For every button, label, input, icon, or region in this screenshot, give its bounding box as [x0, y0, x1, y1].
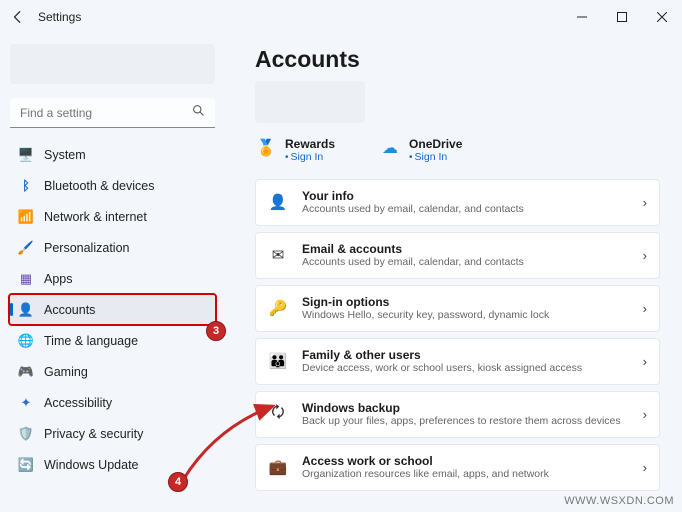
update-icon: 🔄 [18, 457, 34, 473]
card-title: Sign-in options [302, 295, 629, 309]
search-box[interactable] [10, 98, 215, 128]
quick-sublink[interactable]: •Sign In [285, 151, 335, 163]
content-pane: Accounts 🏅 Rewards •Sign In ☁ OneDrive •… [225, 34, 682, 512]
sidebar-item-label: Bluetooth & devices [44, 179, 155, 193]
globe-icon: 🌐 [18, 333, 34, 349]
card-title: Family & other users [302, 348, 629, 362]
quick-rewards[interactable]: 🏅 Rewards •Sign In [255, 137, 335, 163]
search-input[interactable] [20, 106, 190, 120]
apps-icon: ▦ [18, 271, 34, 287]
card-windows-backup[interactable]: 🗘 Windows backupBack up your files, apps… [255, 391, 660, 438]
card-title: Your info [302, 189, 629, 203]
chevron-right-icon: › [643, 460, 647, 475]
sidebar-item-label: Time & language [44, 334, 138, 348]
card-desc: Back up your files, apps, preferences to… [302, 415, 629, 428]
family-icon: 👪 [268, 351, 288, 371]
sidebar: 🖥️ System ᛒ Bluetooth & devices 📶 Network &… [0, 34, 225, 512]
info-person-icon: 👤 [268, 192, 288, 212]
sidebar-item-label: Privacy & security [44, 427, 143, 441]
key-icon: 🔑 [268, 298, 288, 318]
card-title: Access work or school [302, 454, 629, 468]
settings-cards: 👤 Your infoAccounts used by email, calen… [255, 179, 660, 491]
briefcase-icon: 💼 [268, 457, 288, 477]
titlebar: Settings [0, 0, 682, 34]
search-icon [192, 104, 205, 122]
cloud-icon: ☁ [379, 137, 401, 159]
shield-icon: 🛡️ [18, 426, 34, 442]
chevron-right-icon: › [643, 354, 647, 369]
sidebar-item-label: Gaming [44, 365, 88, 379]
sidebar-item-label: Personalization [44, 241, 129, 255]
window-title: Settings [38, 10, 81, 24]
display-icon: 🖥️ [18, 147, 34, 163]
sidebar-item-network[interactable]: 📶 Network & internet [10, 202, 215, 231]
wifi-icon: 📶 [18, 209, 34, 225]
bluetooth-icon: ᛒ [18, 178, 34, 194]
mail-icon: ✉ [268, 245, 288, 265]
sidebar-item-label: Accessibility [44, 396, 112, 410]
watermark: WWW.WSXDN.COM [564, 495, 674, 507]
chevron-right-icon: › [643, 195, 647, 210]
card-desc: Accounts used by email, calendar, and co… [302, 203, 629, 216]
card-your-info[interactable]: 👤 Your infoAccounts used by email, calen… [255, 179, 660, 226]
back-button[interactable] [10, 9, 26, 25]
card-desc: Accounts used by email, calendar, and co… [302, 256, 629, 269]
annotation-badge-4: 4 [168, 472, 188, 492]
sidebar-item-time-language[interactable]: 🌐 Time & language [10, 326, 215, 355]
sidebar-item-gaming[interactable]: 🎮 Gaming [10, 357, 215, 386]
rewards-icon: 🏅 [255, 137, 277, 159]
sidebar-item-privacy[interactable]: 🛡️ Privacy & security [10, 419, 215, 448]
nav-list: 🖥️ System ᛒ Bluetooth & devices 📶 Network &… [10, 140, 215, 479]
sidebar-item-label: System [44, 148, 86, 162]
sidebar-item-accounts[interactable]: 👤 Accounts [10, 295, 215, 324]
card-desc: Device access, work or school users, kio… [302, 362, 629, 375]
maximize-button[interactable] [602, 1, 642, 33]
page-title: Accounts [255, 46, 660, 73]
person-icon: 👤 [18, 302, 34, 318]
quick-onedrive[interactable]: ☁ OneDrive •Sign In [379, 137, 462, 163]
account-placeholder [10, 44, 215, 84]
card-signin-options[interactable]: 🔑 Sign-in optionsWindows Hello, security… [255, 285, 660, 332]
sidebar-item-system[interactable]: 🖥️ System [10, 140, 215, 169]
close-button[interactable] [642, 1, 682, 33]
backup-icon: 🗘 [268, 404, 288, 424]
card-desc: Organization resources like email, apps,… [302, 468, 629, 481]
sidebar-item-label: Windows Update [44, 458, 139, 472]
card-title: Email & accounts [302, 242, 629, 256]
sidebar-item-label: Accounts [44, 303, 95, 317]
sidebar-item-accessibility[interactable]: ✦ Accessibility [10, 388, 215, 417]
accessibility-icon: ✦ [18, 395, 34, 411]
chevron-right-icon: › [643, 407, 647, 422]
gamepad-icon: 🎮 [18, 364, 34, 380]
sidebar-item-bluetooth[interactable]: ᛒ Bluetooth & devices [10, 171, 215, 200]
card-desc: Windows Hello, security key, password, d… [302, 309, 629, 322]
minimize-button[interactable] [562, 1, 602, 33]
chevron-right-icon: › [643, 301, 647, 316]
quick-title: Rewards [285, 137, 335, 151]
annotation-badge-3: 3 [206, 321, 226, 341]
card-family-users[interactable]: 👪 Family & other usersDevice access, wor… [255, 338, 660, 385]
quick-links-row: 🏅 Rewards •Sign In ☁ OneDrive •Sign In [255, 137, 660, 163]
paint-icon: 🖌️ [18, 240, 34, 256]
quick-sublink[interactable]: •Sign In [409, 151, 462, 163]
quick-title: OneDrive [409, 137, 462, 151]
sidebar-item-label: Network & internet [44, 210, 147, 224]
card-work-school[interactable]: 💼 Access work or schoolOrganization reso… [255, 444, 660, 491]
sidebar-item-personalization[interactable]: 🖌️ Personalization [10, 233, 215, 262]
profile-placeholder [255, 81, 365, 123]
sidebar-item-label: Apps [44, 272, 73, 286]
chevron-right-icon: › [643, 248, 647, 263]
card-title: Windows backup [302, 401, 629, 415]
sidebar-item-apps[interactable]: ▦ Apps [10, 264, 215, 293]
card-email-accounts[interactable]: ✉ Email & accountsAccounts used by email… [255, 232, 660, 279]
